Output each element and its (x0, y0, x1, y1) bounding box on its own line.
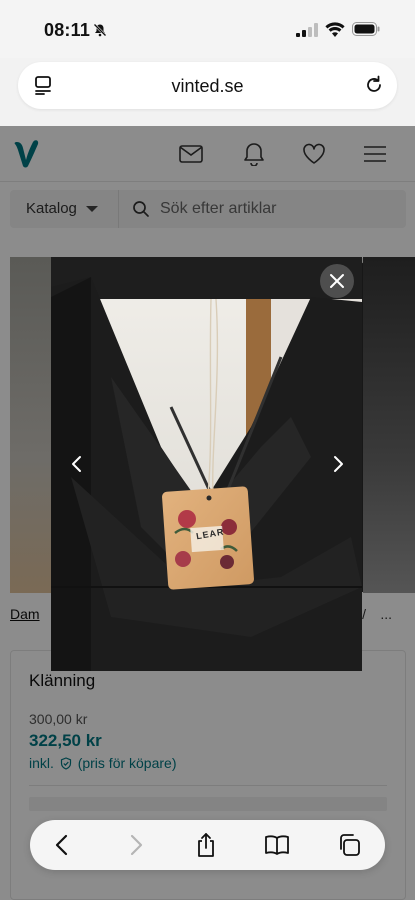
share-icon[interactable] (193, 832, 219, 858)
forward-chevron-icon[interactable] (122, 832, 148, 858)
address-bar[interactable]: vinted.se (18, 62, 397, 109)
next-photo-chevron-right-icon[interactable] (325, 451, 351, 477)
url-text: vinted.se (171, 76, 244, 96)
previous-photo-chevron-left-icon[interactable] (64, 451, 90, 477)
tabs-icon[interactable] (336, 832, 362, 858)
dress-photo-illustration (51, 257, 362, 671)
next-photo-peek (363, 257, 415, 593)
bell-muted-icon (93, 23, 107, 37)
battery-icon (352, 22, 380, 36)
status-time: 08:11 (44, 20, 91, 40)
bookmarks-icon[interactable] (264, 832, 290, 858)
back-chevron-icon[interactable] (50, 832, 76, 858)
cellular-signal-icon (296, 23, 318, 37)
close-icon (330, 274, 344, 288)
wifi-icon (325, 22, 345, 37)
close-lightbox-button[interactable] (320, 264, 354, 298)
status-bar: 08:11 (0, 0, 415, 58)
browser-toolbar (30, 820, 385, 870)
previous-photo-peek (10, 257, 51, 593)
reload-icon[interactable] (363, 74, 385, 96)
lightbox-photo[interactable]: LEAR (51, 257, 362, 671)
